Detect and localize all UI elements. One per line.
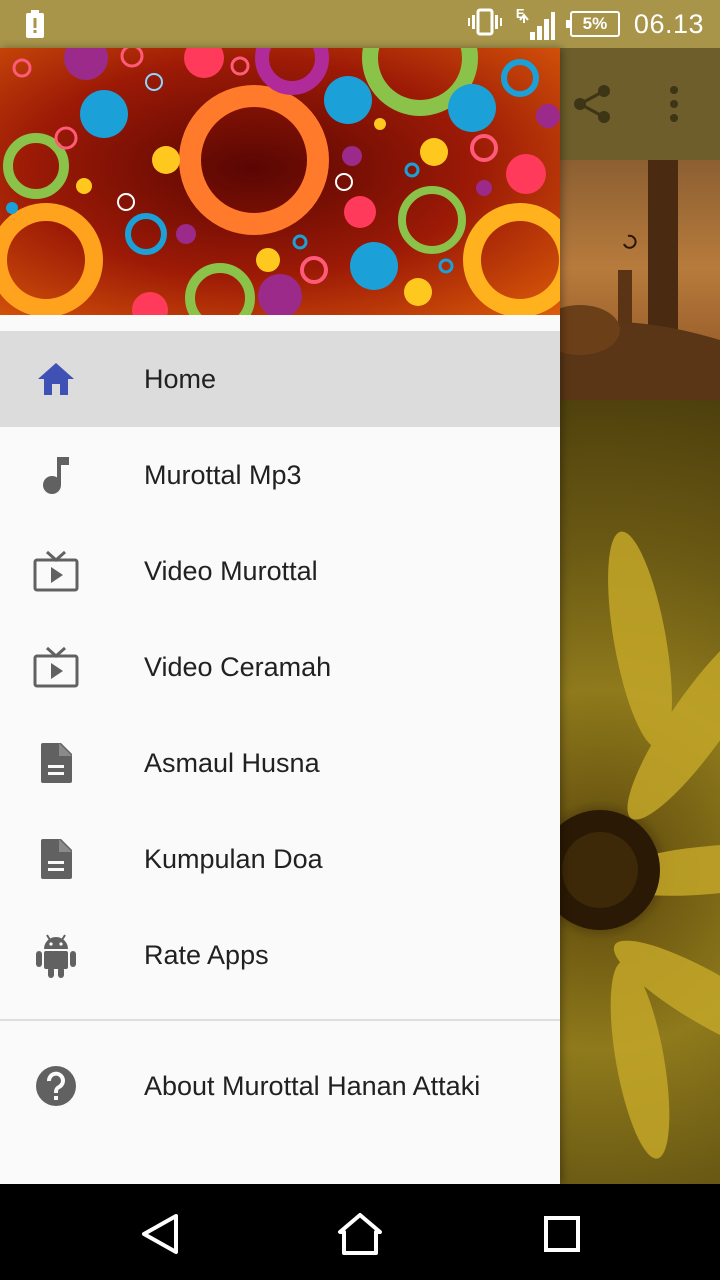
- back-button[interactable]: [138, 1212, 186, 1256]
- battery-indicator: 5%: [565, 11, 620, 37]
- menu-item-label: Home: [144, 363, 217, 394]
- home-icon: [32, 355, 80, 403]
- drawer-header-image: [0, 48, 560, 315]
- flower-background-image: [560, 400, 720, 1184]
- background-app: [560, 48, 720, 1184]
- menu-item-label: Video Ceramah: [144, 651, 332, 682]
- menu-item-kumpulan-doa[interactable]: Kumpulan Doa: [0, 811, 560, 907]
- tv-icon: [32, 547, 80, 595]
- system-navigation-bar: [0, 1184, 720, 1280]
- menu-item-label: About Murottal Hanan Attaki: [144, 1070, 481, 1101]
- menu-item-murottal-mp3[interactable]: Murottal Mp3: [0, 427, 560, 523]
- mosque-banner-image: [560, 140, 720, 400]
- home-button[interactable]: [336, 1212, 384, 1256]
- android-icon: [32, 931, 80, 979]
- menu-item-label: Video Murottal: [144, 555, 318, 586]
- menu-item-video-ceramah[interactable]: Video Ceramah: [0, 619, 560, 715]
- drawer-menu: Home Murottal Mp3 Video Murottal Video C…: [0, 331, 560, 1003]
- menu-divider: [0, 1019, 560, 1021]
- navigation-drawer: Home Murottal Mp3 Video Murottal Video C…: [0, 48, 560, 1184]
- menu-item-asmaul-husna[interactable]: Asmaul Husna: [0, 715, 560, 811]
- vibrate-icon: [467, 7, 502, 42]
- menu-item-label: Rate Apps: [144, 939, 269, 970]
- menu-item-about[interactable]: About Murottal Hanan Attaki: [0, 1038, 560, 1134]
- music-note-icon: [32, 451, 80, 499]
- document-icon: [32, 739, 80, 787]
- clock: 06.13: [633, 8, 704, 39]
- document-icon: [32, 835, 80, 883]
- tv-icon: [32, 643, 80, 691]
- share-icon[interactable]: [572, 84, 614, 129]
- more-options-icon[interactable]: [668, 84, 680, 129]
- signal-icon: E: [516, 6, 556, 42]
- recents-button[interactable]: [538, 1212, 586, 1256]
- battery-alert-icon: [24, 10, 46, 43]
- menu-item-home[interactable]: Home: [0, 331, 560, 427]
- menu-item-video-murottal[interactable]: Video Murottal: [0, 523, 560, 619]
- status-bar: E 5% 06.13: [0, 0, 720, 48]
- menu-item-label: Asmaul Husna: [144, 747, 320, 778]
- menu-item-label: Murottal Mp3: [144, 459, 302, 490]
- app-toolbar: [560, 48, 720, 160]
- menu-item-label: Kumpulan Doa: [144, 843, 323, 874]
- help-icon: [32, 1062, 80, 1110]
- menu-item-rate-apps[interactable]: Rate Apps: [0, 907, 560, 1003]
